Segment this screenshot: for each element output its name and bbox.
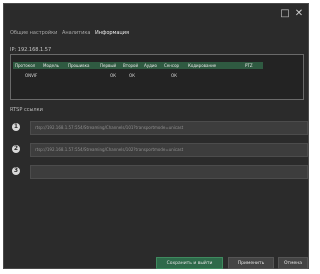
column-header: Первый bbox=[100, 63, 117, 68]
info-table: Протокол Модель Прошивка Первый Второй А… bbox=[10, 54, 304, 100]
column-header: Протокол bbox=[15, 63, 36, 68]
table-cell: ОК bbox=[110, 73, 116, 78]
rtsp-link-field[interactable]: rtsp://192.168.1.57:554/Streaming/Channe… bbox=[30, 143, 308, 157]
rtsp-link-row: 3 bbox=[12, 165, 308, 179]
stream-number-icon: 2 bbox=[12, 145, 20, 153]
table-header: Протокол Модель Прошивка Первый Второй А… bbox=[13, 62, 263, 69]
tab-analytics[interactable]: Аналитика bbox=[62, 30, 90, 36]
ip-address-label: IP: 192.168.1.57 bbox=[10, 47, 52, 53]
save-and-exit-button[interactable]: Сохранить и выйти bbox=[156, 257, 223, 269]
tab-info[interactable]: Информация bbox=[95, 30, 129, 36]
column-header: Аудио bbox=[144, 63, 157, 68]
maximize-icon[interactable]: □ bbox=[280, 9, 290, 19]
rtsp-link-row: 1 rtsp://192.168.1.57:554/Streaming/Chan… bbox=[12, 121, 308, 135]
table-cell: ОК bbox=[171, 73, 177, 78]
table-cell: ОК bbox=[129, 73, 135, 78]
column-header: Модель bbox=[43, 63, 60, 68]
apply-button[interactable]: Применить bbox=[228, 257, 274, 269]
title-bar: □ ✕ bbox=[4, 4, 308, 26]
cancel-button[interactable]: Отмена bbox=[278, 257, 308, 269]
rtsp-link-field[interactable] bbox=[30, 165, 308, 179]
column-header: Прошивка bbox=[68, 63, 90, 68]
column-header: Второй bbox=[123, 63, 139, 68]
column-header: Кодирование bbox=[188, 63, 217, 68]
column-header: Сенсор bbox=[164, 63, 180, 68]
table-cell: ONVIF bbox=[25, 73, 38, 78]
rtsp-links-label: RTSP ссылки bbox=[10, 107, 43, 113]
dialog-window: □ ✕ Общие настройки Аналитика Информация… bbox=[3, 3, 309, 269]
tab-general[interactable]: Общие настройки bbox=[10, 30, 57, 36]
close-icon[interactable]: ✕ bbox=[294, 9, 304, 19]
tab-bar: Общие настройки Аналитика Информация bbox=[10, 30, 132, 36]
rtsp-link-row: 2 rtsp://192.168.1.57:554/Streaming/Chan… bbox=[12, 143, 308, 157]
rtsp-link-field[interactable]: rtsp://192.168.1.57:554/Streaming/Channe… bbox=[30, 121, 308, 135]
column-header: PTZ bbox=[245, 63, 253, 68]
stream-number-icon: 3 bbox=[12, 167, 20, 175]
stream-number-icon: 1 bbox=[12, 123, 20, 131]
